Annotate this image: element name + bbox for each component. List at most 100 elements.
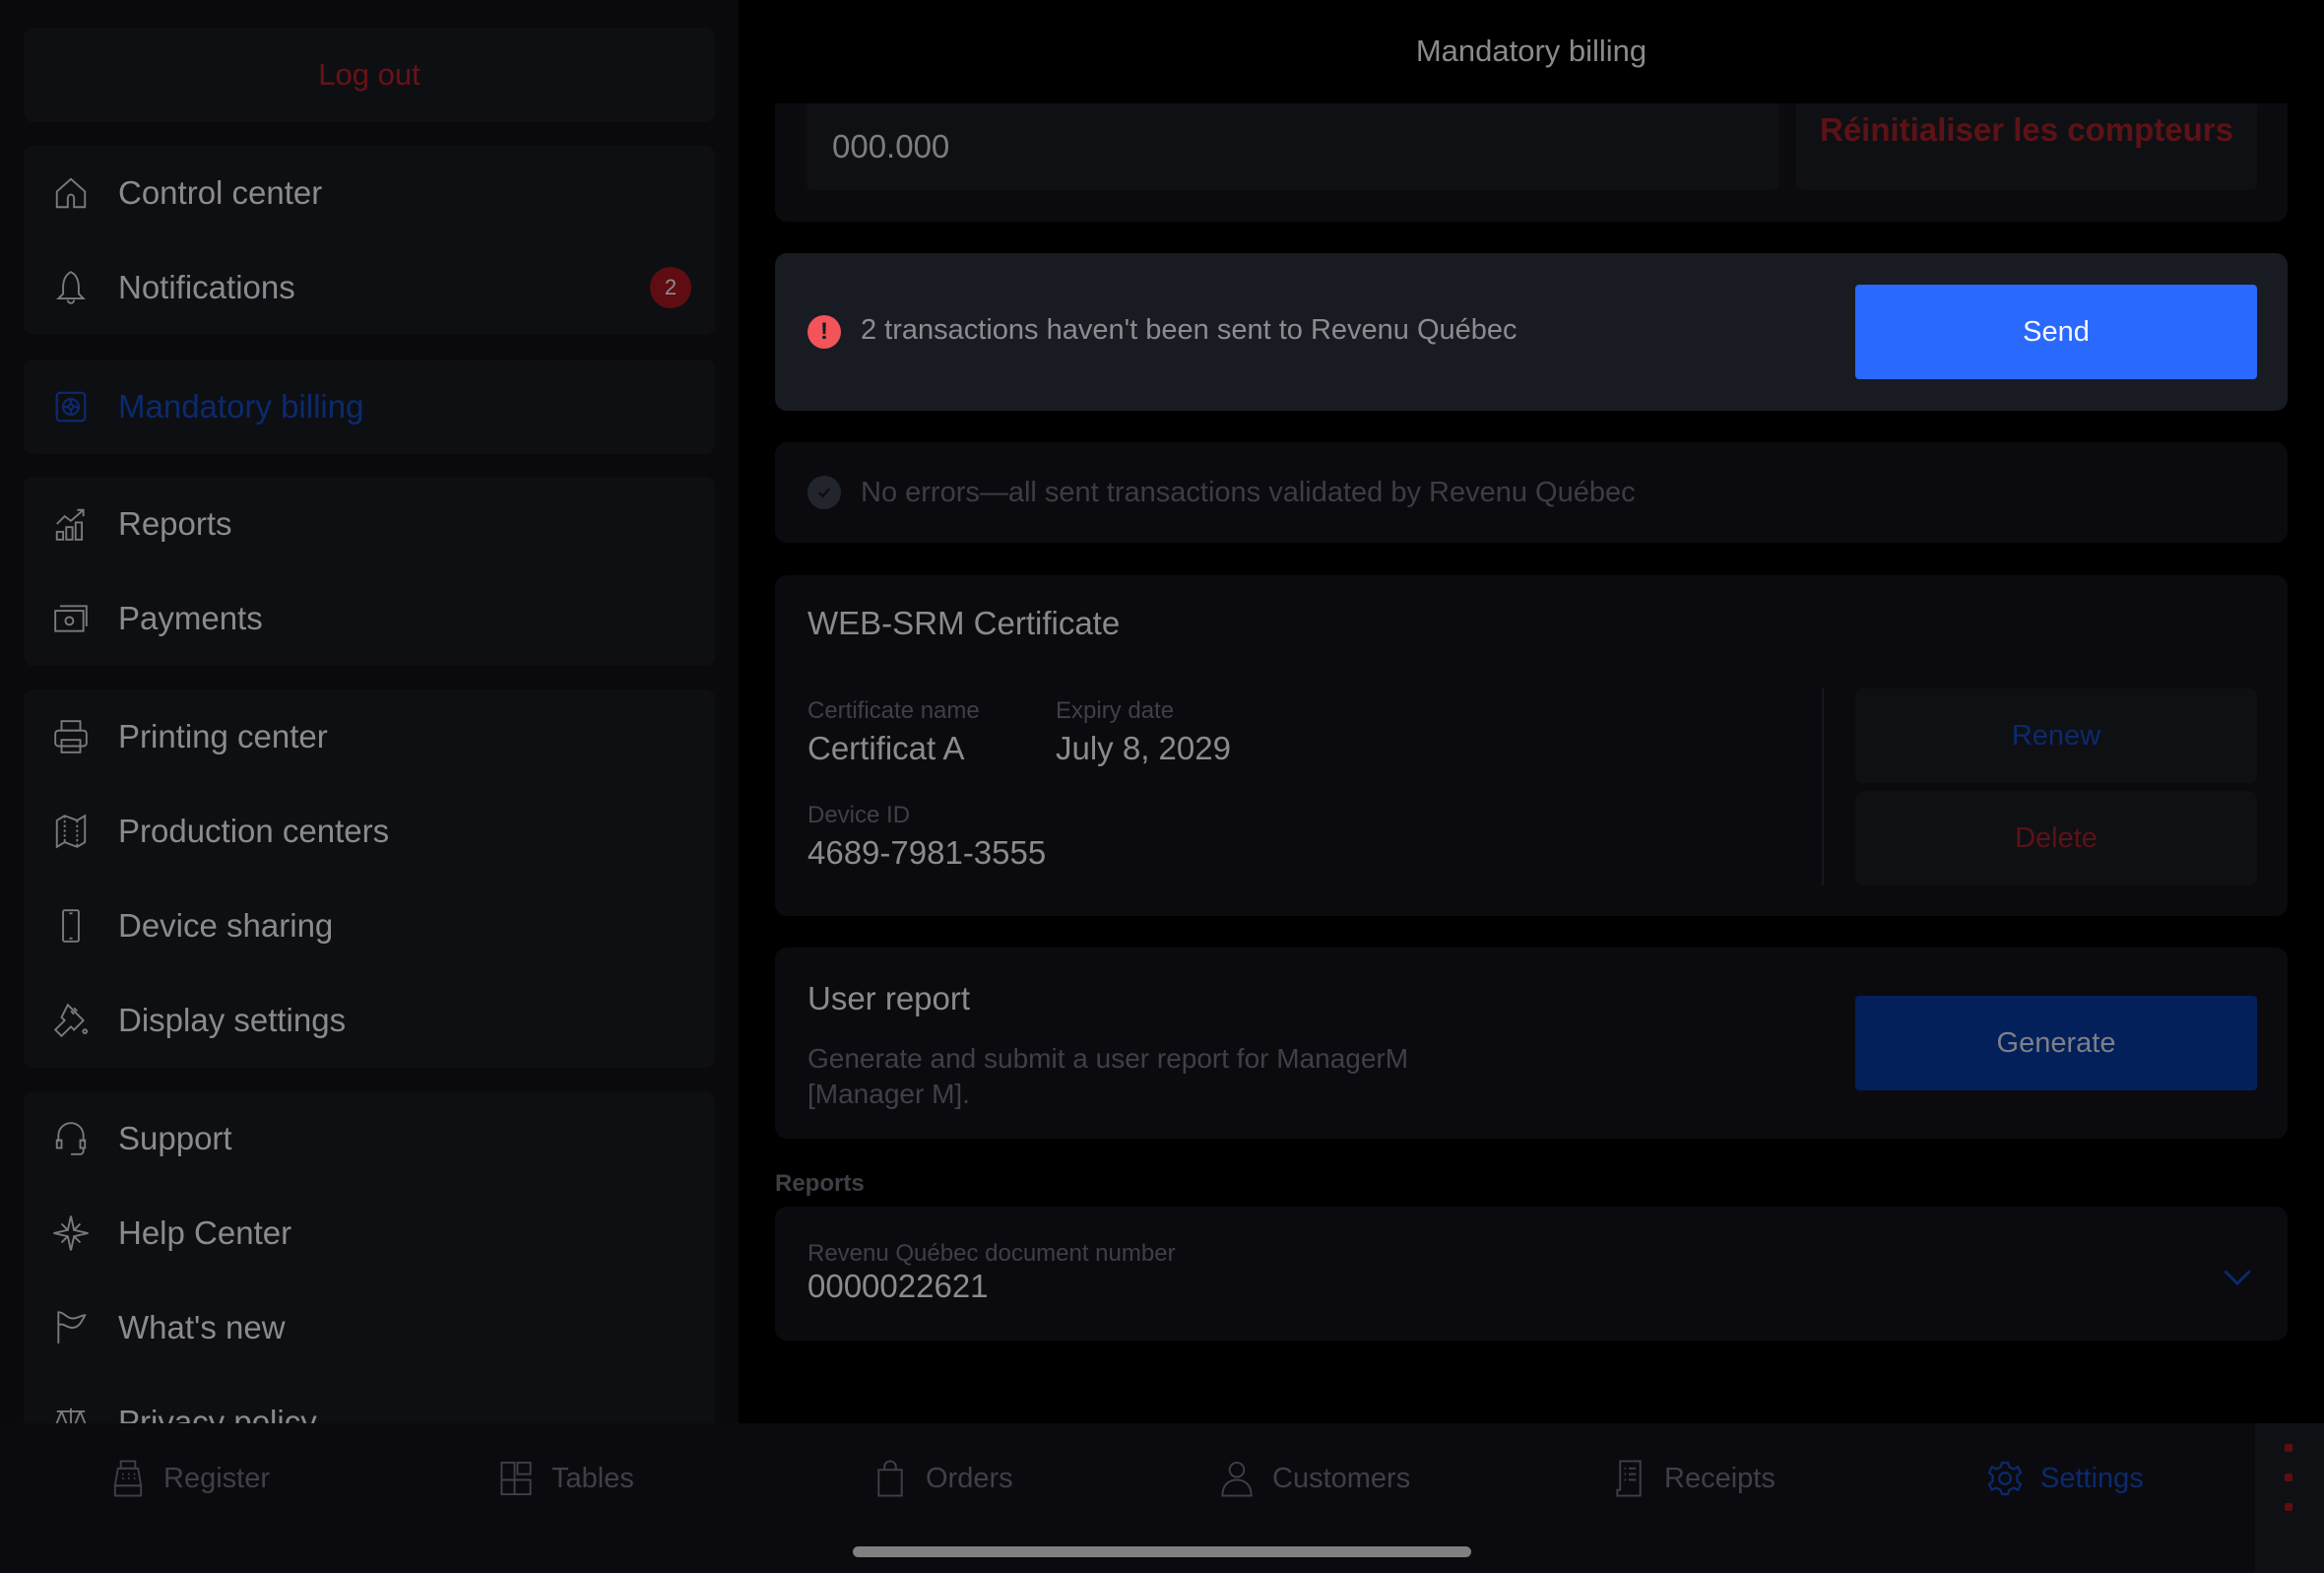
generate-label: Generate	[1996, 1026, 2116, 1059]
certificate-card: WEB-SRM Certificate Certificate name Cer…	[775, 575, 2288, 916]
delete-label: Delete	[2015, 821, 2098, 854]
phone-icon	[51, 906, 91, 946]
reports-section-label: Reports	[775, 1170, 865, 1197]
notification-badge: 2	[650, 267, 691, 308]
sidebar-item-support[interactable]: Support	[24, 1091, 715, 1186]
sidebar-item-label: Production centers	[118, 813, 390, 849]
home-indicator	[853, 1546, 1471, 1557]
sidebar-item-whats-new[interactable]: What's new	[24, 1280, 715, 1375]
counter-card: 000.000 Réinitialiser les compteurs	[775, 103, 2288, 222]
sidebar-item-label: Reports	[118, 505, 232, 542]
safe-icon	[51, 387, 91, 426]
tab-orders[interactable]: Orders	[872, 1457, 1013, 1500]
gear-icon	[1987, 1461, 2023, 1496]
sidebar-item-reports[interactable]: Reports	[24, 477, 715, 571]
tab-label: Orders	[926, 1462, 1013, 1494]
user-report-card: User report Generate and submit a user r…	[775, 948, 2288, 1139]
unsent-transactions-alert: ! 2 transactions haven't been sent to Re…	[775, 253, 2288, 411]
tab-label: Tables	[551, 1462, 634, 1494]
sidebar-item-help-center[interactable]: Help Center	[24, 1186, 715, 1280]
compass-star-icon	[51, 1213, 91, 1253]
sidebar-item-privacy-policy[interactable]: Privacy policy	[24, 1375, 715, 1423]
flag-icon	[51, 1308, 91, 1347]
tab-receipts[interactable]: Receipts	[1611, 1457, 1775, 1500]
receipt-icon	[1616, 1460, 1642, 1497]
printer-icon	[51, 717, 91, 756]
chart-icon	[51, 504, 91, 544]
user-report-title: User report	[807, 980, 971, 1016]
tab-customers[interactable]: Customers	[1219, 1457, 1410, 1500]
tab-settings[interactable]: Settings	[1987, 1457, 2144, 1500]
sidebar-item-label: Help Center	[118, 1214, 292, 1251]
cash-icon	[51, 599, 91, 638]
tab-label: Settings	[2040, 1462, 2144, 1494]
sidebar-item-label: Display settings	[118, 1002, 347, 1038]
divider	[1822, 688, 1824, 885]
sidebar-item-display-settings[interactable]: Display settings	[24, 973, 715, 1068]
paint-bucket-icon	[51, 1001, 91, 1040]
tab-tables[interactable]: Tables	[498, 1457, 634, 1500]
logout-button[interactable]: Log out	[24, 28, 715, 122]
document-number-dropdown[interactable]: Revenu Québec document number 0000022621	[775, 1207, 2288, 1341]
counter-value: 000.000	[832, 128, 950, 164]
sidebar-item-notifications[interactable]: Notifications 2	[24, 240, 715, 335]
certificate-name-label: Certificate name	[807, 697, 980, 724]
headset-icon	[51, 1119, 91, 1158]
sidebar-item-label: Privacy policy	[118, 1404, 317, 1423]
logout-label: Log out	[318, 57, 420, 92]
nav-group-main: Control center Notifications 2	[24, 146, 715, 335]
send-label: Send	[2023, 315, 2090, 348]
map-icon	[51, 812, 91, 851]
nav-group-devices: Printing center Production centers Devic…	[24, 689, 715, 1068]
validation-status-text: No errors—all sent transactions validate…	[861, 477, 1636, 508]
page-title: Mandatory billing	[1415, 33, 1647, 68]
sidebar-item-payments[interactable]: Payments	[24, 571, 715, 666]
dock-dot	[2285, 1444, 2292, 1452]
sidebar-item-label: Mandatory billing	[118, 388, 364, 425]
validation-status-card: No errors—all sent transactions validate…	[775, 442, 2288, 543]
sidebar-item-label: Device sharing	[118, 907, 334, 944]
tables-icon	[500, 1461, 532, 1496]
sidebar-item-label: Support	[118, 1120, 232, 1156]
tab-label: Receipts	[1664, 1462, 1775, 1494]
sidebar-item-label: Control center	[118, 174, 323, 211]
sidebar: Log out Control center Notifications 2 M…	[0, 0, 739, 1423]
tab-label: Customers	[1272, 1462, 1411, 1494]
side-dock-handle[interactable]	[2255, 1423, 2324, 1573]
reset-counters-label: Réinitialiser les compteurs	[1820, 111, 2233, 148]
users-icon	[1221, 1461, 1253, 1497]
cash-register-icon	[113, 1460, 143, 1497]
reset-counters-button[interactable]: Réinitialiser les compteurs	[1796, 103, 2257, 190]
document-number-label: Revenu Québec document number	[807, 1240, 1176, 1267]
certificate-name-value: Certificat A	[807, 730, 965, 766]
sidebar-item-label: Printing center	[118, 718, 328, 754]
exclamation-icon: !	[807, 315, 841, 349]
tab-register[interactable]: Register	[110, 1457, 270, 1500]
sidebar-item-device-sharing[interactable]: Device sharing	[24, 879, 715, 973]
dock-dot	[2285, 1474, 2292, 1481]
house-icon	[51, 173, 91, 213]
user-report-description: Generate and submit a user report for Ma…	[807, 1043, 1409, 1109]
device-id-label: Device ID	[807, 802, 911, 828]
expiry-date-value: July 8, 2029	[1056, 730, 1231, 766]
counter-value-field[interactable]: 000.000	[807, 103, 1779, 190]
sidebar-item-control-center[interactable]: Control center	[24, 146, 715, 240]
renew-button[interactable]: Renew	[1855, 688, 2257, 783]
send-button[interactable]: Send	[1855, 285, 2257, 379]
generate-button[interactable]: Generate	[1855, 996, 2257, 1090]
bottom-tab-bar: Register Tables Orders Customers Receipt…	[0, 1423, 2255, 1573]
dock-dot	[2285, 1503, 2292, 1511]
chevron-down-icon	[2224, 1270, 2251, 1286]
check-circle-icon	[807, 476, 841, 509]
document-number-value: 0000022621	[807, 1268, 989, 1304]
alert-text: 2 transactions haven't been sent to Reve…	[861, 314, 1517, 346]
sidebar-item-mandatory-billing[interactable]: Mandatory billing	[24, 360, 715, 454]
delete-button[interactable]: Delete	[1855, 791, 2257, 885]
sidebar-item-production-centers[interactable]: Production centers	[24, 784, 715, 879]
bag-icon	[877, 1460, 903, 1497]
sidebar-item-printing-center[interactable]: Printing center	[24, 689, 715, 784]
expiry-date-label: Expiry date	[1056, 697, 1175, 724]
sidebar-item-label: Notifications	[118, 269, 295, 305]
device-id-value: 4689-7981-3555	[807, 834, 1047, 871]
tab-label: Register	[163, 1462, 270, 1494]
